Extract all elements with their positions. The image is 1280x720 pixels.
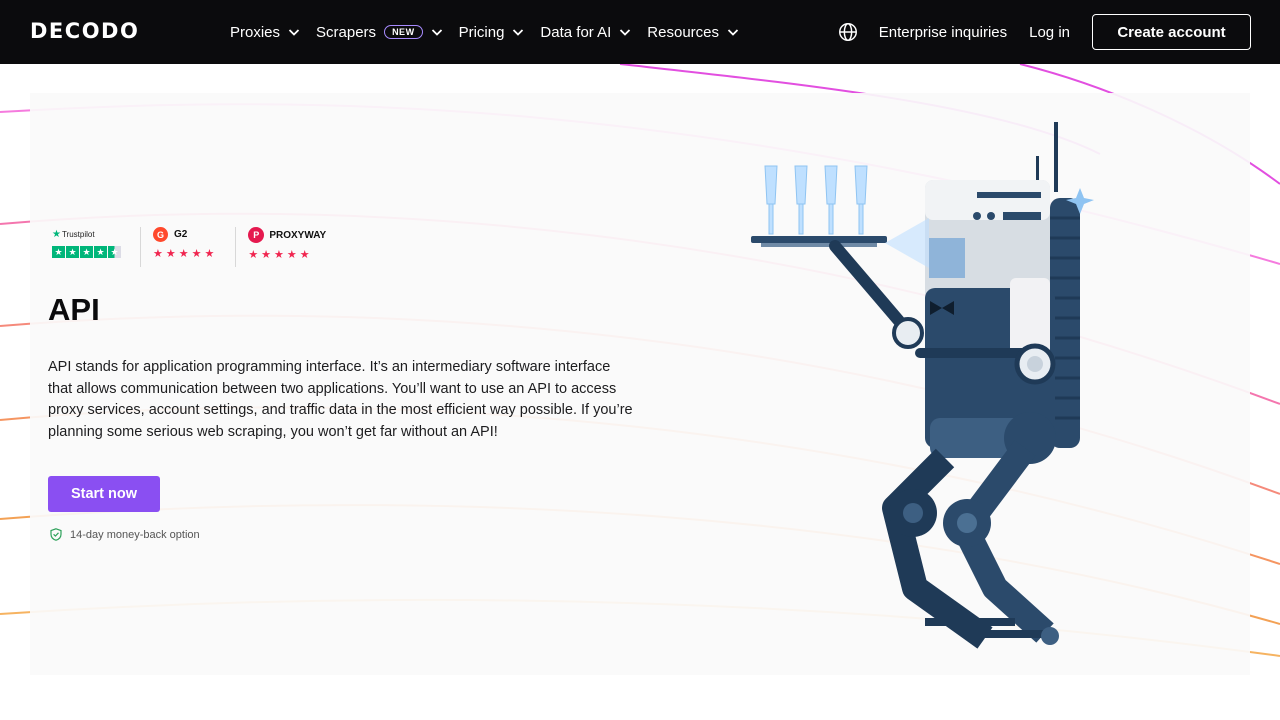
login-link[interactable]: Log in xyxy=(1029,24,1070,41)
chevron-down-icon xyxy=(727,29,739,36)
nav-data-for-ai[interactable]: Data for AI xyxy=(540,24,633,41)
g2-rating[interactable]: G G2 ★★★★★ xyxy=(153,227,237,267)
trustpilot-logo: ★ Trustpilot xyxy=(52,229,122,240)
main-nav: Proxies Scrapers NEW Pricing Data for AI… xyxy=(230,0,755,64)
proxyway-stars: ★★★★★ xyxy=(248,249,313,261)
trustpilot-rating[interactable]: ★ Trustpilot ★ ★ ★ ★ ★ xyxy=(52,227,141,267)
trustpilot-label: Trustpilot xyxy=(61,230,95,239)
proxyway-icon: P xyxy=(248,227,265,243)
proxyway-rating[interactable]: P PROXYWAY ★★★★★ xyxy=(248,227,344,267)
robot-waiter-illustration xyxy=(751,122,1094,649)
trustpilot-star-icon: ★ xyxy=(52,229,61,240)
hero-description: API stands for application programming i… xyxy=(48,359,633,440)
shield-check-icon xyxy=(50,528,62,541)
ratings-row: ★ Trustpilot ★ ★ ★ ★ ★ G G2 ★★★★★ P PROXYWAY… xyxy=(52,227,356,267)
nav-data-for-ai-label: Data for AI xyxy=(540,23,612,41)
money-back-text: 14-day money-back option xyxy=(70,528,200,541)
chevron-down-icon xyxy=(288,29,300,36)
globe-icon[interactable] xyxy=(837,21,859,43)
nav-proxies-label: Proxies xyxy=(230,23,281,41)
page-title: API xyxy=(48,292,100,327)
nav-scrapers-label: Scrapers xyxy=(316,23,377,41)
trustpilot-stars: ★ ★ ★ ★ ★ xyxy=(52,246,122,258)
nav-scrapers[interactable]: Scrapers NEW xyxy=(316,24,445,41)
create-account-button[interactable]: Create account xyxy=(1092,14,1251,50)
nav-pricing-label: Pricing xyxy=(458,23,505,41)
money-back-note: 14-day money-back option xyxy=(50,528,200,541)
chevron-down-icon xyxy=(513,29,524,36)
g2-icon: G xyxy=(153,227,168,242)
new-badge: NEW xyxy=(384,25,423,39)
header-actions: Enterprise inquiries Log in Create accou… xyxy=(837,0,1280,64)
proxyway-label: PROXYWAY xyxy=(269,229,327,241)
nav-proxies[interactable]: Proxies xyxy=(230,24,302,41)
nav-resources-label: Resources xyxy=(647,23,719,41)
g2-label: G2 xyxy=(174,229,188,240)
top-navigation-bar: DECODO Proxies Scrapers NEW Pricing Data… xyxy=(0,0,1280,64)
start-now-button[interactable]: Start now xyxy=(48,476,160,512)
enterprise-inquiries-link[interactable]: Enterprise inquiries xyxy=(879,24,1007,41)
chevron-down-icon xyxy=(620,29,631,36)
nav-resources[interactable]: Resources xyxy=(647,24,741,41)
decodo-logo[interactable]: DECODO xyxy=(30,19,139,43)
nav-pricing[interactable]: Pricing xyxy=(459,24,527,41)
chevron-down-icon xyxy=(431,29,442,36)
g2-stars: ★★★★★ xyxy=(153,248,218,260)
